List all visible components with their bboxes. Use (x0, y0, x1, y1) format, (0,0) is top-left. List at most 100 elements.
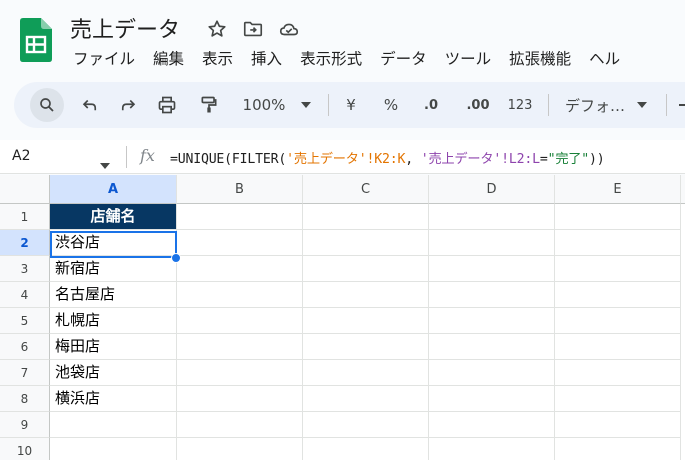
formula-input[interactable]: =UNIQUE(FILTER('売上データ'!K2:K, '売上データ'!L2:… (170, 148, 605, 167)
cell-c10[interactable] (303, 438, 429, 460)
row-header-6[interactable]: 6 (0, 334, 50, 360)
cloud-saved-icon[interactable] (276, 16, 302, 42)
row-header-9[interactable]: 9 (0, 412, 50, 438)
cell-a8[interactable]: 横浜店 (50, 386, 177, 412)
menu-file[interactable]: ファイル (64, 48, 144, 70)
column-header-a[interactable]: A (50, 175, 177, 204)
cell-e7[interactable] (555, 360, 681, 386)
cell-c5[interactable] (303, 308, 429, 334)
name-box-dropdown-icon[interactable] (100, 154, 110, 173)
cell-a10[interactable] (50, 438, 177, 460)
zoom-dropdown-icon[interactable] (298, 82, 314, 128)
cell-b6[interactable] (177, 334, 303, 360)
cell-e10[interactable] (555, 438, 681, 460)
menu-insert[interactable]: 挿入 (242, 48, 291, 70)
cell-b1[interactable] (177, 204, 303, 230)
cell-b7[interactable] (177, 360, 303, 386)
cell-e5[interactable] (555, 308, 681, 334)
sheets-logo-icon[interactable] (20, 18, 52, 62)
cell-c2[interactable] (303, 230, 429, 256)
cell-b10[interactable] (177, 438, 303, 460)
zoom-select[interactable]: 100% (236, 82, 292, 128)
currency-format-button[interactable]: ¥ (340, 82, 362, 128)
menu-format[interactable]: 表示形式 (291, 48, 371, 70)
cell-c8[interactable] (303, 386, 429, 412)
percent-format-button[interactable]: % (380, 82, 402, 128)
menu-edit[interactable]: 編集 (144, 48, 193, 70)
search-menus-icon[interactable] (30, 88, 64, 122)
cell-c7[interactable] (303, 360, 429, 386)
cell-d9[interactable] (429, 412, 555, 438)
row-header-1[interactable]: 1 (0, 204, 50, 230)
row-header-3[interactable]: 3 (0, 256, 50, 282)
cell-d10[interactable] (429, 438, 555, 460)
font-select[interactable]: デフォ… (560, 82, 630, 128)
increase-decimal-button[interactable]: .00 (460, 82, 496, 128)
cell-b2[interactable] (177, 230, 303, 256)
cell-a7[interactable]: 池袋店 (50, 360, 177, 386)
row-header-5[interactable]: 5 (0, 308, 50, 334)
cell-a9[interactable] (50, 412, 177, 438)
cell-b5[interactable] (177, 308, 303, 334)
font-size-decrease-icon[interactable] (676, 82, 685, 128)
cell-e4[interactable] (555, 282, 681, 308)
menu-tools[interactable]: ツール (436, 48, 501, 70)
cell-b8[interactable] (177, 386, 303, 412)
cell-d3[interactable] (429, 256, 555, 282)
redo-icon[interactable] (114, 82, 142, 128)
row-header-2[interactable]: 2 (0, 230, 50, 256)
spreadsheet-grid[interactable]: A B C D E 1 店舗名 2 渋谷店 3 新宿店 4 名古屋店 5 札幌店… (0, 175, 685, 460)
cell-c3[interactable] (303, 256, 429, 282)
name-box[interactable]: A2 (12, 148, 30, 164)
cell-e3[interactable] (555, 256, 681, 282)
cell-a5[interactable]: 札幌店 (50, 308, 177, 334)
column-header-f[interactable] (681, 175, 685, 204)
column-header-e[interactable]: E (555, 175, 681, 204)
cell-e1[interactable] (555, 204, 681, 230)
cell-d7[interactable] (429, 360, 555, 386)
column-header-d[interactable]: D (429, 175, 555, 204)
cell-b9[interactable] (177, 412, 303, 438)
cell-a6[interactable]: 梅田店 (50, 334, 177, 360)
cell-d4[interactable] (429, 282, 555, 308)
document-title[interactable]: 売上データ (70, 12, 180, 44)
row-header-4[interactable]: 4 (0, 282, 50, 308)
cell-b4[interactable] (177, 282, 303, 308)
column-header-b[interactable]: B (177, 175, 303, 204)
menu-help[interactable]: ヘル (580, 48, 629, 70)
undo-icon[interactable] (76, 82, 104, 128)
cell-c4[interactable] (303, 282, 429, 308)
decrease-decimal-button[interactable]: .0 (416, 82, 446, 128)
cell-a1[interactable]: 店舗名 (50, 204, 177, 230)
menu-extensions[interactable]: 拡張機能 (500, 48, 580, 70)
move-to-folder-icon[interactable] (240, 16, 266, 42)
row-header-8[interactable]: 8 (0, 386, 50, 412)
cell-c6[interactable] (303, 334, 429, 360)
column-header-c[interactable]: C (303, 175, 429, 204)
star-icon[interactable] (204, 16, 230, 42)
menu-data[interactable]: データ (371, 48, 436, 70)
cell-b3[interactable] (177, 256, 303, 282)
cell-d8[interactable] (429, 386, 555, 412)
print-icon[interactable] (152, 82, 182, 128)
cell-e6[interactable] (555, 334, 681, 360)
cell-d5[interactable] (429, 308, 555, 334)
fill-handle[interactable] (171, 253, 181, 263)
paint-format-icon[interactable] (194, 82, 224, 128)
cell-d6[interactable] (429, 334, 555, 360)
font-dropdown-icon[interactable] (634, 82, 650, 128)
cell-c1[interactable] (303, 204, 429, 230)
cell-a2[interactable]: 渋谷店 (50, 230, 177, 256)
cell-e2[interactable] (555, 230, 681, 256)
cell-e9[interactable] (555, 412, 681, 438)
menu-view[interactable]: 表示 (193, 48, 242, 70)
cell-d2[interactable] (429, 230, 555, 256)
cell-d1[interactable] (429, 204, 555, 230)
row-header-7[interactable]: 7 (0, 360, 50, 386)
row-header-10[interactable]: 10 (0, 438, 50, 460)
cell-a4[interactable]: 名古屋店 (50, 282, 177, 308)
cell-e8[interactable] (555, 386, 681, 412)
more-formats-button[interactable]: 123 (504, 82, 536, 128)
cell-c9[interactable] (303, 412, 429, 438)
cell-a3[interactable]: 新宿店 (50, 256, 177, 282)
